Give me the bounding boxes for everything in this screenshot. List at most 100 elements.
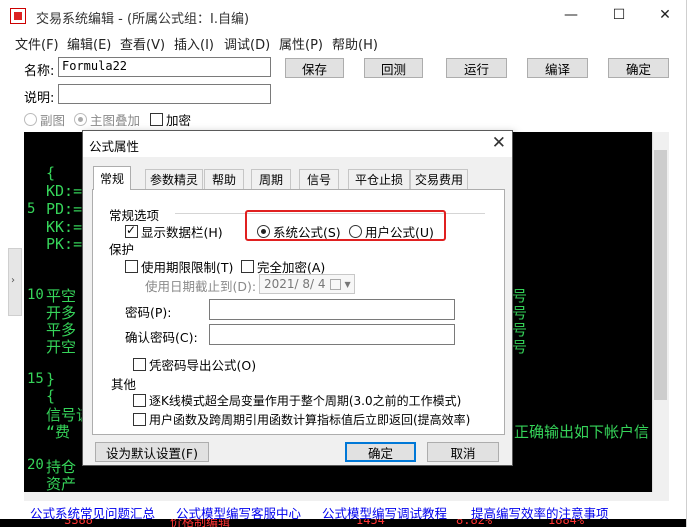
save-button[interactable]: 保存 [285,58,344,78]
code-line: { [46,387,56,405]
tab-trading-fees[interactable]: 交易费用 [410,169,468,189]
radio-sub-chart[interactable]: 副图 [24,110,65,129]
tab-close-stoploss[interactable]: 平仓止损 [348,169,410,189]
menu-insert[interactable]: 插入(I) [174,34,214,53]
system-formula-label: 系统公式(S) [273,225,341,240]
maximize-button[interactable]: ☐ [596,0,642,30]
expiry-date-value: 2021/ 8/ 4 [264,277,326,291]
expiry-date-picker[interactable]: 2021/ 8/ 4 ▼ [259,274,355,294]
ok-button[interactable]: 确定 [608,58,669,78]
checkbox-box [125,260,138,273]
expiry-limit-checkbox[interactable]: 使用期限限制(T) [125,257,233,276]
expiry-date-label: 使用日期截止到(D): [145,279,257,294]
menu-file[interactable]: 文件(F) [15,34,59,53]
code-line: { [46,164,56,182]
tab-period[interactable]: 周期 [251,169,291,189]
description-input[interactable] [58,84,271,104]
line-number: 15 [27,371,44,387]
tab-help[interactable]: 帮助 [204,169,244,189]
compile-button[interactable]: 编译 [527,58,588,78]
close-button[interactable]: ✕ [642,0,688,30]
radio-main-overlay[interactable]: 主图叠加 [74,110,140,129]
window-title: 交易系统编辑 - (所属公式组：I.自编) [36,12,250,27]
group-other: 其他 [111,377,137,392]
radio-circle [74,113,87,126]
user-formula-label: 用户公式(U) [365,225,434,240]
status-item: 8.82% [456,519,493,527]
password-input[interactable] [209,299,455,320]
confirm-password-label: 确认密码(C): [125,330,198,345]
code-line: “费 [46,423,71,441]
confirm-password-input[interactable] [209,324,455,345]
dialog-title: 公式属性 [89,139,140,154]
radio-user-formula[interactable]: 用户公式(U) [349,222,434,241]
status-item: 1884% [548,519,585,527]
export-with-password-label: 凭密码导出公式(O) [149,358,257,373]
window-edge [686,0,696,527]
radio-sub-chart-label: 副图 [40,113,66,128]
code-line: 开空 [46,338,77,356]
menu-view[interactable]: 查看(V) [120,34,165,53]
status-item: 1454 [356,519,385,527]
radio-system-formula[interactable]: 系统公式(S) [257,222,341,241]
code-line: KK:= [46,218,83,236]
status-item: SS88 [64,519,93,527]
menu-bar: 文件(F) 编辑(E) 查看(V) 插入(I) 调试(D) 属性(P) 帮助(H… [0,32,686,53]
checkbox-box [133,413,146,426]
dialog-ok-button[interactable]: 确定 [345,442,416,462]
tab-signal[interactable]: 信号 [299,169,339,189]
global-var-mode-label: 逐K线模式超全局变量作用于整个周期(3.0之前的工作模式) [149,394,462,408]
date-checkbox [329,278,341,290]
checkbox-box [133,394,146,407]
line-number: 10 [27,287,44,303]
code-line: 资产 [46,475,77,493]
vertical-scrollbar-thumb[interactable] [654,150,667,400]
menu-edit[interactable]: 编辑(E) [67,34,111,53]
encrypt-checkbox[interactable]: 加密 [150,110,191,129]
password-label: 密码(P): [125,305,172,320]
code-fragment: 正确输出如下帐户信 [514,423,650,441]
global-var-mode-checkbox[interactable]: 逐K线模式超全局变量作用于整个周期(3.0之前的工作模式) [133,392,461,409]
export-with-password-checkbox[interactable]: 凭密码导出公式(O) [133,355,256,374]
code-line: KD:= [46,182,83,200]
run-button[interactable]: 运行 [446,58,507,78]
immediate-return-checkbox[interactable]: 用户函数及跨周期引用函数计算指标值后立即返回(提高效率) [133,411,470,428]
formula-properties-dialog: 公式属性 ✕ 常规 参数精灵 帮助 周期 信号 平仓止损 交易费用 常规选项 显… [82,130,513,466]
group-protection: 保护 [109,242,135,257]
app-icon [10,8,26,24]
name-label: 名称: [24,64,55,79]
description-label: 说明: [24,91,55,106]
radio-circle [24,113,37,126]
checkbox-box [150,113,163,126]
show-databar-label: 显示数据栏(H) [141,225,223,240]
left-expand-handle[interactable]: › [8,248,22,316]
menu-properties[interactable]: 属性(P) [279,34,323,53]
dialog-title-bar: 公式属性 ✕ [83,131,512,157]
set-default-button[interactable]: 设为默认设置(F) [95,442,209,462]
immediate-return-label: 用户函数及跨周期引用函数计算指标值后立即返回(提高效率) [149,413,471,427]
show-databar-checkbox[interactable]: 显示数据栏(H) [125,222,223,241]
code-line: } [46,370,56,388]
status-item: 价格制编辑 [170,519,231,527]
name-input[interactable]: Formula22 [58,57,271,77]
encrypt-label: 加密 [166,113,192,128]
code-line: PD:= [46,200,83,218]
radio-main-overlay-label: 主图叠加 [90,113,141,128]
help-links-bar: 公式系统常见问题汇总 公式模型编写客服中心 公式模型编写调试教程 提高编写效率的… [0,501,686,521]
expiry-limit-label: 使用期限限制(T) [141,260,234,275]
dialog-close-icon[interactable]: ✕ [492,133,506,153]
line-number: 20 [27,457,44,473]
radio-circle [257,225,270,238]
dialog-cancel-button[interactable]: 取消 [427,442,499,462]
tab-param-wizard[interactable]: 参数精灵 [145,169,203,189]
menu-debug[interactable]: 调试(D) [224,34,270,53]
horizontal-scrollbar[interactable] [24,492,669,501]
title-bar: 交易系统编辑 - (所属公式组：I.自编) — ☐ ✕ [0,0,686,32]
checkbox-box [125,223,138,238]
chevron-down-icon: ▼ [344,279,351,289]
minimize-button[interactable]: — [548,0,594,30]
backtest-button[interactable]: 回测 [364,58,423,78]
checkbox-box [133,358,146,371]
tab-general[interactable]: 常规 [93,166,131,190]
menu-help[interactable]: 帮助(H) [332,34,378,53]
